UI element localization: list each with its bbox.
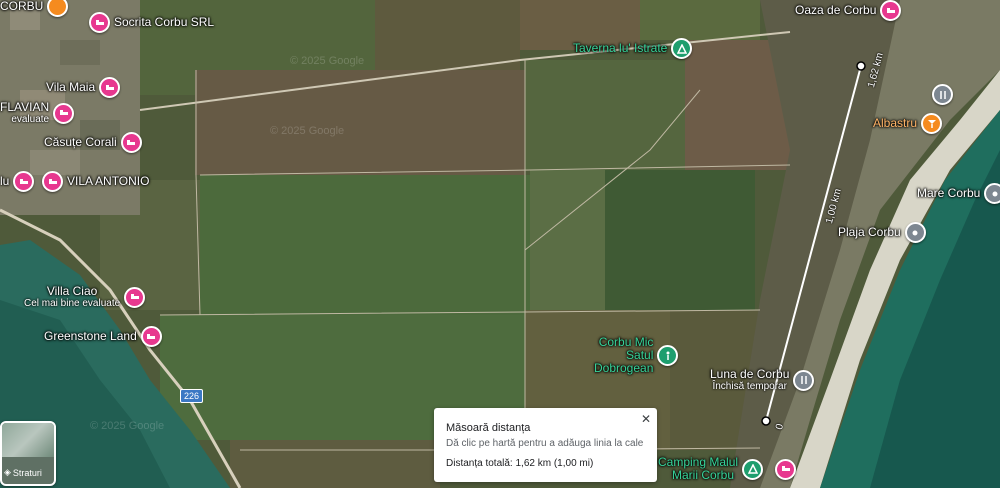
poi-label: Villa Ciao [46,284,98,298]
poi-label: FLAVIAN [0,100,50,114]
poi-label: Plaja Corbu [838,225,901,239]
hiking-icon [657,345,679,366]
poi-label: Taverna lu' Istrate [573,41,668,55]
layers-label: Straturi [12,467,42,478]
poi-socrita[interactable]: Socrita Corbu SRL [89,12,214,33]
poi-restaurant[interactable] [932,84,953,105]
poi-label: Oaza de Corbu [795,3,877,17]
poi-sublabel: Cel mai bine evaluate [24,298,121,309]
poi-albastru[interactable]: Albastru [873,113,943,134]
poi-label: Greenstone Land [44,329,137,343]
poi-vila-maia[interactable]: Vila Maia [46,77,121,98]
bed-icon [124,286,146,308]
poi-greenstone[interactable]: Greenstone Land [44,326,162,347]
poi-corbu[interactable]: CORBU [0,0,69,17]
bed-icon [42,171,63,192]
poi-mare-corbu[interactable]: Mare Corbu [917,183,1000,204]
measure-hint: Dă clic pe hartă pentru a adăuga linia l… [446,438,644,449]
map-watermark: © 2025 Google [290,55,365,67]
poi-sublabel: evaluate [11,114,50,125]
satellite-map[interactable]: © 2025 Google © 2025 Google © 2025 Googl… [0,0,1000,488]
poi-camping[interactable]: Camping Malul Marii Corbu [658,456,797,482]
poi-label: Albastru [873,116,918,130]
poi-label: Vila Maia [46,80,96,94]
poi-sublabel: Închisă temporar [712,381,787,392]
measure-title: Măsoară distanța [446,422,531,434]
cocktail-icon [921,113,943,134]
poi-label: VILA ANTONIO [67,174,150,188]
layers-thumbnail [2,423,54,457]
poi-plaja-corbu[interactable]: Plaja Corbu [838,222,926,243]
bed-icon [880,0,902,21]
fork-knife-icon [793,369,815,391]
poi-corbu-mic[interactable]: Corbu Mic Satul Dobrogean [594,336,679,375]
map-watermark: © 2025 Google [90,420,165,432]
poi-label: Căsuțe Corali [44,135,117,149]
poi-sublabel: Marii Corbu [672,468,735,482]
camping-tent-icon [671,38,693,59]
layers-icon: ◈ [4,467,11,477]
measure-total: Distanța totală: 1,62 km (1,00 mi) [446,458,594,469]
poi-oaza[interactable]: Oaza de Corbu [795,0,902,21]
poi-taverna[interactable]: Taverna lu' Istrate [573,38,693,59]
bed-icon [120,132,142,153]
close-icon[interactable]: ✕ [641,412,651,426]
bed-icon [89,12,110,33]
camping-tent-icon [742,458,764,480]
poi-label: Luna de Corbu [710,367,790,381]
poi-left-edge[interactable]: lu [0,171,35,192]
bed-icon [13,171,35,192]
poi-label: CORBU [0,0,44,13]
poi-villa-ciao[interactable]: Villa Ciao Cel mai bine evaluate [24,284,146,309]
bed-icon [99,77,121,98]
poi-label: lu [0,174,10,188]
poi-sublabel: Dobrogean [594,361,654,375]
poi-vila-antonio[interactable]: VILA ANTONIO [42,171,149,192]
measure-distance-panel: Măsoară distanța ✕ Dă clic pe hartă pent… [434,408,657,482]
map-watermark: © 2025 Google [270,125,345,137]
location-pin-icon [984,183,1000,204]
bed-icon [140,326,162,347]
city-pin-icon [47,0,69,17]
poi-flavian[interactable]: FLAVIAN evaluate [0,100,75,125]
bed-icon [53,102,75,124]
location-pin-icon [904,222,926,243]
bed-icon [775,458,797,480]
poi-luna[interactable]: Luna de Corbu Închisă temporar [710,367,815,392]
fork-knife-icon [932,84,953,105]
poi-label: Socrita Corbu SRL [114,15,215,29]
poi-casute-corali[interactable]: Căsuțe Corali [44,132,142,153]
road-number-badge: 226 [180,389,204,403]
layers-button[interactable]: ◈ Straturi [0,421,56,486]
poi-label: Mare Corbu [917,186,981,200]
